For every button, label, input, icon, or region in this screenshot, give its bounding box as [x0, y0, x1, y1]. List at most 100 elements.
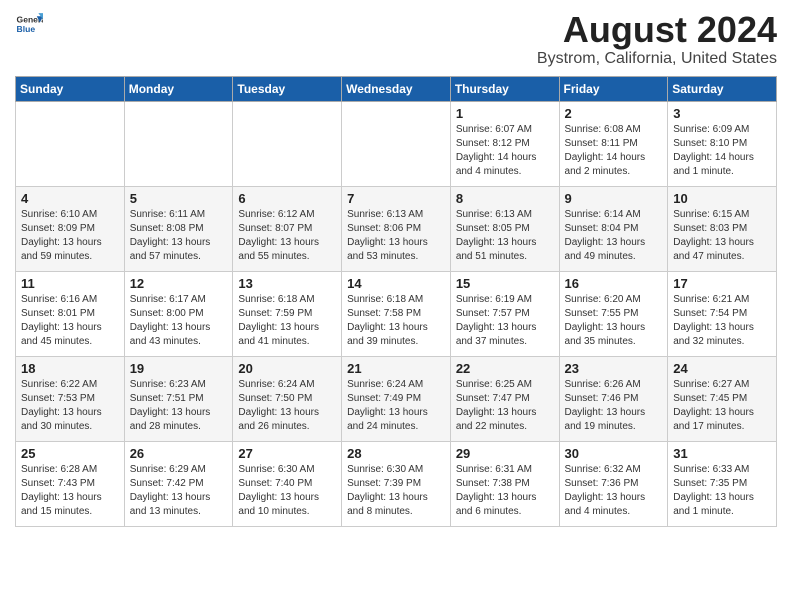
day-cell: 25 Sunrise: 6:28 AM Sunset: 7:43 PM Dayli… — [16, 441, 125, 526]
day-info: Sunrise: 6:18 AM Sunset: 7:59 PM Dayligh… — [238, 293, 336, 349]
day-info: Sunrise: 6:24 AM Sunset: 7:50 PM Dayligh… — [238, 378, 336, 434]
day-cell: 6 Sunrise: 6:12 AM Sunset: 8:07 PM Daylig… — [233, 186, 342, 271]
day-number: 16 — [565, 276, 663, 291]
header-thursday: Thursday — [450, 76, 559, 101]
day-info: Sunrise: 6:31 AM Sunset: 7:38 PM Dayligh… — [456, 463, 554, 519]
day-info: Sunrise: 6:30 AM Sunset: 7:39 PM Dayligh… — [347, 463, 445, 519]
day-number: 14 — [347, 276, 445, 291]
page-header: General Blue August 2024 Bystrom, Califo… — [15, 10, 777, 68]
day-info: Sunrise: 6:30 AM Sunset: 7:40 PM Dayligh… — [238, 463, 336, 519]
day-cell: 7Sunrise: 6:13 AM Sunset: 8:06 PM Daylig… — [342, 186, 451, 271]
day-number: 24 — [673, 361, 771, 376]
day-cell: 19Sunrise: 6:23 AM Sunset: 7:51 PM Dayli… — [124, 356, 233, 441]
day-info: Sunrise: 6:10 AM Sunset: 8:09 PM Dayligh… — [21, 208, 119, 264]
logo-icon: General Blue — [15, 10, 43, 38]
svg-text:Blue: Blue — [17, 24, 36, 34]
day-cell: 29 Sunrise: 6:31 AM Sunset: 7:38 PM Dayli… — [450, 441, 559, 526]
day-number: 21 — [347, 361, 445, 376]
day-info: Sunrise: 6:20 AM Sunset: 7:55 PM Dayligh… — [565, 293, 663, 349]
day-info: Sunrise: 6:16 AM Sunset: 8:01 PM Dayligh… — [21, 293, 119, 349]
day-number: 29 — [456, 446, 554, 461]
day-number: 15 — [456, 276, 554, 291]
day-cell: 18 Sunrise: 6:22 AM Sunset: 7:53 PM Dayli… — [16, 356, 125, 441]
day-number: 31 — [673, 446, 771, 461]
day-cell: 5Sunrise: 6:11 AM Sunset: 8:08 PM Daylig… — [124, 186, 233, 271]
day-cell: 20 Sunrise: 6:24 AM Sunset: 7:50 PM Dayli… — [233, 356, 342, 441]
day-number: 7 — [347, 191, 445, 206]
day-number: 23 — [565, 361, 663, 376]
day-cell: 3Sunrise: 6:09 AM Sunset: 8:10 PM Daylig… — [668, 101, 777, 186]
location: Bystrom, California, United States — [537, 50, 777, 68]
day-cell — [16, 101, 125, 186]
day-number: 1 — [456, 106, 554, 121]
day-cell: 11 Sunrise: 6:16 AM Sunset: 8:01 PM Dayli… — [16, 271, 125, 356]
day-cell: 17 Sunrise: 6:21 AM Sunset: 7:54 PM Dayli… — [668, 271, 777, 356]
day-info: Sunrise: 6:15 AM Sunset: 8:03 PM Dayligh… — [673, 208, 771, 264]
day-info: Sunrise: 6:12 AM Sunset: 8:07 PM Dayligh… — [238, 208, 336, 264]
day-number: 10 — [673, 191, 771, 206]
week-row-2: 4 Sunrise: 6:10 AM Sunset: 8:09 PM Daylig… — [16, 186, 777, 271]
week-row-3: 11 Sunrise: 6:16 AM Sunset: 8:01 PM Dayli… — [16, 271, 777, 356]
day-cell: 15 Sunrise: 6:19 AM Sunset: 7:57 PM Dayli… — [450, 271, 559, 356]
day-number: 25 — [21, 446, 119, 461]
day-cell — [124, 101, 233, 186]
day-info: Sunrise: 6:17 AM Sunset: 8:00 PM Dayligh… — [130, 293, 228, 349]
week-row-5: 25 Sunrise: 6:28 AM Sunset: 7:43 PM Dayli… — [16, 441, 777, 526]
week-row-1: 1Sunrise: 6:07 AM Sunset: 8:12 PM Daylig… — [16, 101, 777, 186]
header-tuesday: Tuesday — [233, 76, 342, 101]
day-info: Sunrise: 6:13 AM Sunset: 8:05 PM Dayligh… — [456, 208, 554, 264]
day-number: 4 — [21, 191, 119, 206]
day-info: Sunrise: 6:28 AM Sunset: 7:43 PM Dayligh… — [21, 463, 119, 519]
day-info: Sunrise: 6:27 AM Sunset: 7:45 PM Dayligh… — [673, 378, 771, 434]
day-cell: 4 Sunrise: 6:10 AM Sunset: 8:09 PM Daylig… — [16, 186, 125, 271]
day-number: 30 — [565, 446, 663, 461]
day-cell: 24 Sunrise: 6:27 AM Sunset: 7:45 PM Dayli… — [668, 356, 777, 441]
header-wednesday: Wednesday — [342, 76, 451, 101]
day-number: 2 — [565, 106, 663, 121]
calendar-table: SundayMondayTuesdayWednesdayThursdayFrid… — [15, 76, 777, 527]
day-cell: 27 Sunrise: 6:30 AM Sunset: 7:40 PM Dayli… — [233, 441, 342, 526]
day-info: Sunrise: 6:19 AM Sunset: 7:57 PM Dayligh… — [456, 293, 554, 349]
day-info: Sunrise: 6:08 AM Sunset: 8:11 PM Dayligh… — [565, 123, 663, 179]
day-info: Sunrise: 6:11 AM Sunset: 8:08 PM Dayligh… — [130, 208, 228, 264]
day-cell: 30Sunrise: 6:32 AM Sunset: 7:36 PM Dayli… — [559, 441, 668, 526]
day-info: Sunrise: 6:21 AM Sunset: 7:54 PM Dayligh… — [673, 293, 771, 349]
month-year: August 2024 — [537, 10, 777, 50]
day-number: 8 — [456, 191, 554, 206]
day-number: 9 — [565, 191, 663, 206]
header-friday: Friday — [559, 76, 668, 101]
header-row: SundayMondayTuesdayWednesdayThursdayFrid… — [16, 76, 777, 101]
day-number: 18 — [21, 361, 119, 376]
day-cell: 26 Sunrise: 6:29 AM Sunset: 7:42 PM Dayli… — [124, 441, 233, 526]
header-saturday: Saturday — [668, 76, 777, 101]
day-info: Sunrise: 6:18 AM Sunset: 7:58 PM Dayligh… — [347, 293, 445, 349]
header-monday: Monday — [124, 76, 233, 101]
day-number: 11 — [21, 276, 119, 291]
day-cell: 16 Sunrise: 6:20 AM Sunset: 7:55 PM Dayli… — [559, 271, 668, 356]
day-info: Sunrise: 6:22 AM Sunset: 7:53 PM Dayligh… — [21, 378, 119, 434]
day-cell: 8 Sunrise: 6:13 AM Sunset: 8:05 PM Daylig… — [450, 186, 559, 271]
day-number: 26 — [130, 446, 228, 461]
day-info: Sunrise: 6:25 AM Sunset: 7:47 PM Dayligh… — [456, 378, 554, 434]
day-cell: 22Sunrise: 6:25 AM Sunset: 7:47 PM Dayli… — [450, 356, 559, 441]
day-info: Sunrise: 6:24 AM Sunset: 7:49 PM Dayligh… — [347, 378, 445, 434]
day-cell: 21 Sunrise: 6:24 AM Sunset: 7:49 PM Dayli… — [342, 356, 451, 441]
day-number: 20 — [238, 361, 336, 376]
day-cell — [233, 101, 342, 186]
day-number: 13 — [238, 276, 336, 291]
day-number: 3 — [673, 106, 771, 121]
week-row-4: 18 Sunrise: 6:22 AM Sunset: 7:53 PM Dayli… — [16, 356, 777, 441]
day-number: 12 — [130, 276, 228, 291]
day-cell: 10 Sunrise: 6:15 AM Sunset: 8:03 PM Dayli… — [668, 186, 777, 271]
day-info: Sunrise: 6:29 AM Sunset: 7:42 PM Dayligh… — [130, 463, 228, 519]
title-block: August 2024 Bystrom, California, United … — [537, 10, 777, 68]
day-cell: 28Sunrise: 6:30 AM Sunset: 7:39 PM Dayli… — [342, 441, 451, 526]
day-info: Sunrise: 6:33 AM Sunset: 7:35 PM Dayligh… — [673, 463, 771, 519]
logo: General Blue — [15, 10, 43, 38]
day-number: 6 — [238, 191, 336, 206]
day-number: 19 — [130, 361, 228, 376]
day-number: 27 — [238, 446, 336, 461]
day-number: 17 — [673, 276, 771, 291]
day-info: Sunrise: 6:14 AM Sunset: 8:04 PM Dayligh… — [565, 208, 663, 264]
header-sunday: Sunday — [16, 76, 125, 101]
